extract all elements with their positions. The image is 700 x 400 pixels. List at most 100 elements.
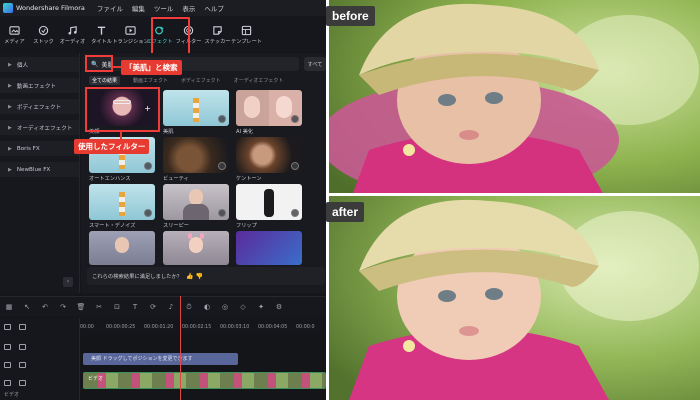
effects-sidebar: ▶ 個人 ▶ 動画エフェクト ▶ ボディエフェクト ▶ オーディオエフェクト ▶ Bori… [0, 53, 80, 293]
menu-bar: Wondershare Filmora ファイル 編集 ツール 表示 ヘルプ [0, 0, 326, 16]
download-icon [291, 209, 299, 217]
effect-label: オートエンハンス [89, 176, 131, 182]
tab-label: オーディオ [59, 39, 86, 45]
result-filter-tabs: 全ての結果 動画エフェクト ボディエフェクト オーディオエフェクト [89, 76, 296, 85]
menu-edit[interactable]: 編集 [132, 3, 145, 13]
sidebar-item-video-effects[interactable]: ▶ 動画エフェクト [0, 78, 79, 93]
settings-icon[interactable]: ⚙ [274, 302, 284, 312]
layout-icon[interactable]: ▦ [4, 302, 14, 312]
crop-icon[interactable]: ⊡ [112, 302, 122, 312]
app-title: Wondershare Filmora [16, 4, 85, 12]
effect-card[interactable]: スリーピー [163, 184, 229, 231]
search-box-highlight [85, 55, 113, 72]
select-tool-icon[interactable]: ↖ [22, 302, 32, 312]
effect-card[interactable]: ケントーン [236, 137, 302, 184]
search-input[interactable]: 🔍 美肌 [87, 57, 299, 71]
sidebar-item-label: NewBlue FX [16, 166, 51, 173]
delete-icon[interactable]: 🗑 [76, 302, 86, 312]
rotate-icon[interactable]: ⟳ [148, 302, 158, 312]
eye-icon[interactable] [19, 362, 26, 368]
tab-body-effects[interactable]: ボディエフェクト [181, 77, 221, 85]
after-photo [329, 196, 700, 400]
undo-icon[interactable]: ↶ [40, 302, 50, 312]
menu-tools[interactable]: ツール [154, 3, 174, 13]
cut-icon[interactable]: ✂ [94, 302, 104, 312]
tab-all-results[interactable]: 全ての結果 [89, 76, 121, 85]
eye-icon[interactable] [19, 344, 26, 350]
menu-help[interactable]: ヘルプ [204, 3, 224, 13]
speed-icon[interactable]: ⏱ [184, 302, 194, 312]
effect-card[interactable]: 美肌 [163, 90, 229, 137]
collapse-sidebar-button[interactable]: ‹ [63, 277, 73, 287]
effect-label: AI 美化 [236, 129, 254, 135]
add-track-icon[interactable] [4, 324, 11, 330]
menu-file[interactable]: ファイル [97, 3, 123, 13]
chevron-right-icon: ▶ [8, 145, 12, 152]
lock-icon[interactable] [4, 344, 11, 350]
folder-icon[interactable] [19, 324, 26, 330]
tab-video-effects[interactable]: 動画エフェクト [133, 77, 168, 85]
tab-stock[interactable]: ストック [29, 25, 58, 51]
tab-media[interactable]: メディア [0, 25, 29, 51]
playhead[interactable] [180, 296, 181, 400]
lock-icon[interactable] [4, 380, 11, 386]
timeline-tracks: 美顔 ドラッグしてポジションを変更できます ビデオ [81, 334, 326, 400]
download-icon [218, 209, 226, 217]
sidebar-item-audio-effects[interactable]: ▶ オーディオエフェクト [0, 120, 79, 135]
beauty-effect-highlight [85, 87, 160, 132]
baby-photo-before [329, 0, 700, 193]
effect-label: スマート・デノイズ [89, 223, 136, 229]
effect-card[interactable]: フリップ [236, 184, 302, 231]
audio-icon[interactable]: ♪ [166, 302, 176, 312]
chevron-right-icon: ▶ [8, 82, 12, 89]
video-clip[interactable]: ビデオ [83, 372, 326, 389]
sidebar-item-newblue-fx[interactable]: ▶ NewBlue FX [0, 162, 79, 177]
tab-audio-effects[interactable]: オーディオエフェクト [234, 77, 284, 85]
after-label: after [326, 202, 365, 222]
all-filter-button[interactable]: すべて [304, 57, 326, 71]
eye-icon[interactable] [19, 380, 26, 386]
redo-icon[interactable]: ↷ [58, 302, 68, 312]
tab-sticker[interactable]: ステッカー [203, 25, 232, 51]
sidebar-item-boris-fx[interactable]: ▶ Boris FX [0, 141, 79, 156]
effect-thumbnail [89, 184, 155, 220]
timeline-ruler[interactable]: 00:00 00:00:00:25 00:00:01:20 00:00:02:1… [80, 318, 326, 334]
annotation-connector [113, 66, 121, 68]
tab-transition[interactable]: トランジション [112, 25, 149, 51]
color-icon[interactable]: ◐ [202, 302, 212, 312]
ruler-tick: 00:00 [80, 325, 94, 330]
tab-template[interactable]: テンプレート [231, 25, 262, 51]
search-annotation: 「美肌」と検索 [121, 60, 182, 75]
effect-label: フリップ [236, 223, 257, 229]
effect-thumbnail [89, 231, 155, 265]
text-icon[interactable]: T [130, 302, 140, 312]
sidebar-item-label: 動画エフェクト [16, 83, 57, 90]
effect-card[interactable]: ビューティ [163, 137, 229, 184]
thumbs-feedback-icon[interactable]: 👍 👎 [186, 273, 203, 280]
effect-clip[interactable]: 美顔 ドラッグしてポジションを変更できます [83, 353, 238, 365]
keyframe-icon[interactable]: ◇ [238, 302, 248, 312]
tab-label: ストック [33, 39, 54, 45]
tab-label: トランジション [112, 39, 149, 45]
before-label: before [326, 6, 375, 26]
menu-view[interactable]: 表示 [182, 3, 195, 13]
effect-thumbnail [163, 231, 229, 265]
ruler-tick: 00:00:0 [296, 325, 315, 330]
sidebar-item-body-effects[interactable]: ▶ ボディエフェクト [0, 99, 79, 114]
ai-icon[interactable]: ✦ [256, 302, 266, 312]
tab-label: ステッカー [204, 39, 231, 45]
effect-card[interactable]: AI 美化 [236, 90, 302, 137]
effects-tab-highlight [151, 17, 190, 56]
track-header [0, 340, 80, 354]
mask-icon[interactable]: ◎ [220, 302, 230, 312]
sidebar-item-personal[interactable]: ▶ 個人 [0, 57, 79, 72]
effect-card[interactable]: スマート・デノイズ [89, 184, 155, 231]
lock-icon[interactable] [4, 362, 11, 368]
sidebar-item-label: 個人 [16, 62, 29, 69]
effect-thumbnail [236, 231, 302, 265]
tab-audio[interactable]: オーディオ [58, 25, 87, 51]
track-headers [0, 318, 80, 400]
sidebar-item-label: オーディオエフェクト [16, 125, 73, 132]
annotation-connector [120, 132, 122, 139]
tab-label: メディア [4, 39, 25, 45]
